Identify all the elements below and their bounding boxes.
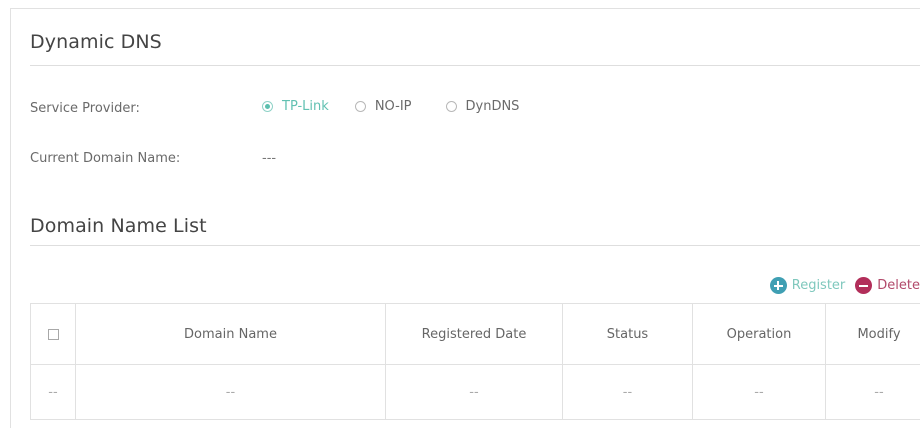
column-header[interactable]: Status xyxy=(563,304,693,365)
table-actions: Register Delete xyxy=(770,277,920,294)
table-row: -- -- -- -- -- -- xyxy=(31,365,920,420)
table-cell-status: -- xyxy=(563,365,693,420)
current-domain-name-label: Current Domain Name: xyxy=(30,151,180,166)
service-provider-radio-group: TP-Link NO-IP DynDNS xyxy=(262,99,519,114)
dynamic-dns-panel: Dynamic DNS Service Provider: TP-Link NO… xyxy=(10,8,920,428)
column-header[interactable]: Registered Date xyxy=(386,304,563,365)
table-header-row: Domain Name Registered Date Status Opera… xyxy=(31,304,920,365)
register-label: Register xyxy=(792,278,846,293)
table-cell-registered-date: -- xyxy=(386,365,563,420)
provider-label: NO-IP xyxy=(375,99,412,114)
table-cell-operation: -- xyxy=(693,365,826,420)
radio-checked-icon[interactable] xyxy=(262,101,273,112)
delete-label: Delete xyxy=(877,278,920,293)
select-all-header xyxy=(31,304,76,365)
table-cell-domain-name: -- xyxy=(76,365,386,420)
provider-option-dyndns[interactable]: DynDNS xyxy=(446,99,520,114)
section-divider xyxy=(30,65,920,66)
provider-label: DynDNS xyxy=(466,99,520,114)
domain-name-table: Domain Name Registered Date Status Opera… xyxy=(30,303,920,420)
section-divider xyxy=(30,245,920,246)
plus-circle-icon xyxy=(770,277,787,294)
select-all-checkbox[interactable] xyxy=(48,329,59,340)
service-provider-label: Service Provider: xyxy=(30,101,140,116)
table-cell-modify: -- xyxy=(826,365,920,420)
column-header[interactable]: Domain Name xyxy=(76,304,386,365)
provider-option-no-ip[interactable]: NO-IP xyxy=(355,99,412,114)
column-header[interactable]: Modify xyxy=(826,304,920,365)
radio-unchecked-icon[interactable] xyxy=(355,101,366,112)
register-button[interactable]: Register xyxy=(770,277,846,294)
radio-unchecked-icon[interactable] xyxy=(446,101,457,112)
minus-circle-icon xyxy=(855,277,872,294)
current-domain-name-value: --- xyxy=(262,151,276,166)
dynamic-dns-title: Dynamic DNS xyxy=(30,31,162,53)
column-header[interactable]: Operation xyxy=(693,304,826,365)
table-cell-select: -- xyxy=(31,365,76,420)
domain-name-list-title: Domain Name List xyxy=(30,215,207,237)
provider-label: TP-Link xyxy=(282,99,329,114)
provider-option-tp-link[interactable]: TP-Link xyxy=(262,99,329,114)
delete-button[interactable]: Delete xyxy=(855,277,920,294)
